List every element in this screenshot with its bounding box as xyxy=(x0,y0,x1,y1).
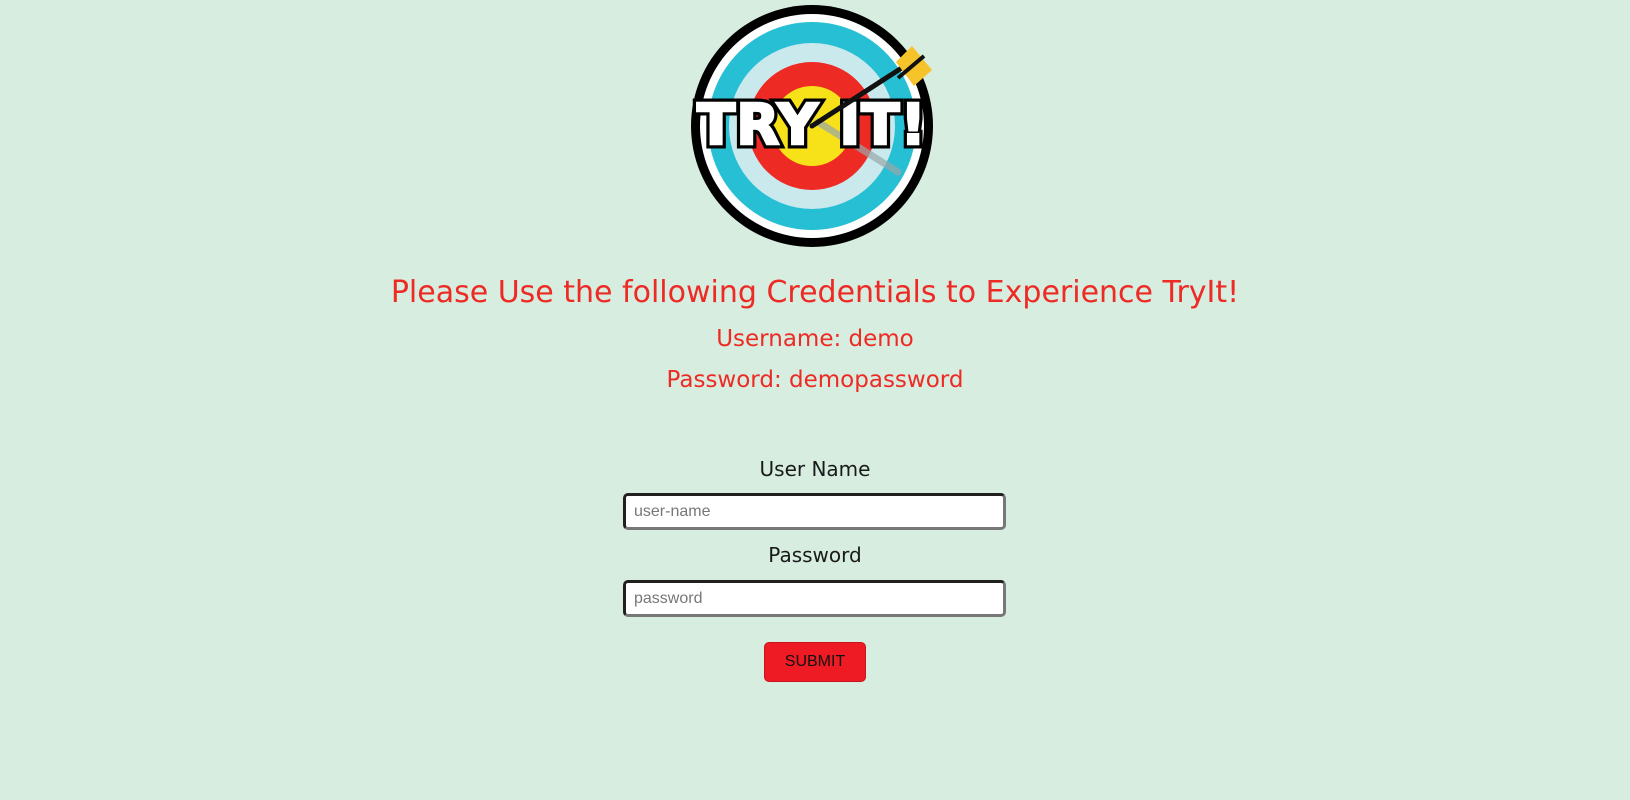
login-page: TRY IT! TRY IT! Please Use the following… xyxy=(0,0,1630,800)
demo-password-text: Password: demopassword xyxy=(666,367,964,393)
credentials-notice-title: Please Use the following Credentials to … xyxy=(390,275,1240,310)
tryit-logo: TRY IT! TRY IT! xyxy=(688,2,938,252)
demo-username-text: Username: demo xyxy=(716,326,914,352)
password-input[interactable] xyxy=(623,580,1006,617)
username-label: User Name xyxy=(759,457,871,481)
password-label: Password xyxy=(768,543,862,567)
username-input[interactable] xyxy=(623,493,1006,530)
target-icon: TRY IT! TRY IT! xyxy=(691,5,933,247)
submit-button[interactable]: SUBMIT xyxy=(764,642,866,682)
